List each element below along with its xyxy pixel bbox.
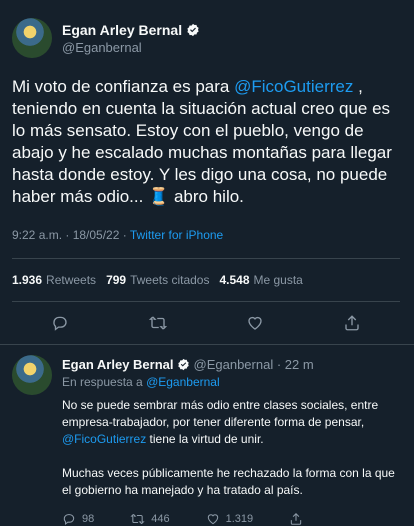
author-info: Egan Arley Bernal @Eganbernal (62, 22, 200, 55)
reply-icon (63, 514, 75, 526)
reply-avatar[interactable] (12, 355, 52, 395)
verified-badge-icon (187, 23, 199, 36)
tweet-actions (12, 301, 400, 344)
verified-badge-icon (177, 358, 189, 370)
reply-count: 98 (82, 513, 95, 525)
likes-label: Me gusta (253, 273, 303, 287)
author-name-line: Egan Arley Bernal (62, 22, 200, 38)
author-row: Egan Arley Bernal @Eganbernal (12, 14, 400, 62)
reply-actions: 98 446 1.319 (62, 512, 407, 526)
reply-text: No se puede sembrar más odio entre clase… (62, 397, 407, 499)
retweets-count: 1.936 (12, 273, 43, 287)
tweet-text-part3: abro hilo. (169, 187, 244, 206)
in-reply-to: En respuesta a @Eganbernal (62, 375, 407, 389)
tweet-meta: 9:22 a.m. · 18/05/22 · Twitter for iPhon… (12, 228, 400, 244)
author-handle[interactable]: @Eganbernal (62, 40, 200, 55)
in-reply-mention[interactable]: @Eganbernal (146, 375, 220, 389)
reply-author-name[interactable]: Egan Arley Bernal (62, 357, 174, 372)
like-count: 1.319 (225, 513, 254, 525)
tweet-text-part1: Mi voto de confianza es para (12, 77, 235, 96)
retweet-icon (130, 513, 145, 525)
main-tweet: Egan Arley Bernal @Eganbernal Mi voto de… (0, 0, 414, 345)
reply-handle-time[interactable]: @Eganbernal · 22 m (194, 357, 314, 372)
reply-p1-part2: tiene la virtud de unir. (146, 432, 264, 446)
like-icon (207, 514, 218, 525)
reply-avatar-col (12, 355, 54, 526)
retweet-icon[interactable] (148, 314, 168, 332)
reply-p1-part1: No se puede sembrar más odio entre clase… (62, 398, 379, 429)
retweet-count: 446 (151, 513, 170, 525)
likes-stat[interactable]: 4.548 Me gusta (219, 273, 302, 287)
in-reply-label: En respuesta a (62, 375, 147, 389)
quotes-count: 799 (106, 273, 127, 287)
reply-action-reply[interactable]: 98 (62, 512, 94, 526)
thread-emoji: 🧵 (148, 187, 170, 206)
reply-paragraph-1: No se puede sembrar más odio entre clase… (62, 397, 407, 448)
tweet-stats: 1.936 Retweets 799 Tweets citados 4.548 Me … (12, 259, 400, 301)
tweet-text: Mi voto de confianza es para @FicoGutier… (12, 76, 404, 208)
reply-header: Egan Arley Bernal @Eganbernal · 22 m (62, 355, 407, 373)
reply-action-share[interactable] (289, 512, 309, 526)
quotes-stat[interactable]: 799 Tweets citados (106, 273, 209, 287)
retweets-label: Retweets (46, 273, 97, 287)
mention-link[interactable]: @FicoGutierrez (234, 77, 353, 96)
like-icon[interactable] (246, 314, 264, 332)
tweet-source[interactable]: Twitter for iPhone (130, 228, 223, 242)
tweet-timestamp[interactable]: 9:22 a.m. · 18/05/22 · (12, 228, 130, 242)
share-icon[interactable] (343, 314, 361, 332)
quotes-label: Tweets citados (130, 273, 210, 287)
avatar[interactable] (12, 18, 52, 58)
reply-action-like[interactable]: 1.319 (206, 512, 254, 526)
likes-count: 4.548 (219, 273, 250, 287)
reply-paragraph-2: Muchas veces públicamente he rechazado l… (62, 466, 395, 497)
author-name[interactable]: Egan Arley Bernal (62, 22, 182, 38)
reply-mention-link[interactable]: @FicoGutierrez (62, 432, 146, 446)
reply-tweet[interactable]: Egan Arley Bernal @Eganbernal · 22 m En … (0, 345, 414, 526)
reply-content: Egan Arley Bernal @Eganbernal · 22 m En … (62, 355, 407, 526)
retweets-stat[interactable]: 1.936 Retweets (12, 273, 96, 287)
reply-icon[interactable] (51, 314, 69, 332)
share-icon (290, 513, 302, 525)
reply-action-retweet[interactable]: 446 (130, 512, 170, 526)
